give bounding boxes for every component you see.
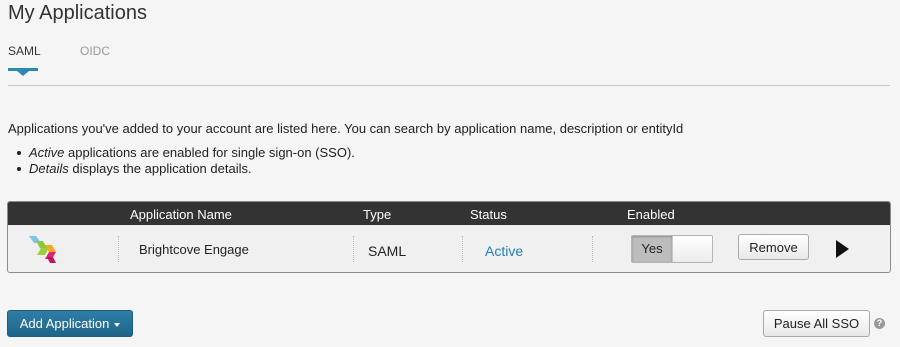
intro-text: Applications you've added to your accoun… bbox=[8, 121, 684, 136]
bullet-active-text: applications are enabled for single sign… bbox=[64, 145, 355, 160]
bullet-details: Details displays the application details… bbox=[8, 161, 355, 177]
brightcove-logo-icon bbox=[29, 236, 56, 263]
table-header: Application Name Type Status Enabled bbox=[8, 202, 890, 225]
column-header-application-name: Application Name bbox=[130, 207, 232, 222]
page-title: My Applications bbox=[8, 2, 147, 24]
play-arrow-icon[interactable] bbox=[836, 240, 849, 258]
caret-down-icon bbox=[114, 322, 121, 327]
applications-table: Application Name Type Status Enabled Bri… bbox=[7, 201, 891, 273]
tab-oidc[interactable]: OIDC bbox=[80, 44, 110, 58]
column-header-type: Type bbox=[363, 207, 392, 222]
bullet-details-em: Details bbox=[29, 161, 69, 176]
table-row: Brightcove Engage SAML Active Yes Remove bbox=[8, 225, 890, 272]
column-header-enabled: Enabled bbox=[627, 207, 675, 222]
enabled-toggle-knob bbox=[672, 236, 712, 262]
pause-all-sso-button[interactable]: Pause All SSO bbox=[763, 310, 870, 337]
application-type: SAML bbox=[368, 243, 407, 259]
intro-bullets: Active applications are enabled for sing… bbox=[8, 145, 355, 177]
tab-saml[interactable]: SAML bbox=[8, 44, 41, 58]
bullet-details-text: displays the application details. bbox=[68, 161, 252, 176]
tab-divider bbox=[8, 85, 890, 86]
cell-divider bbox=[592, 236, 593, 262]
bullet-active-em: Active bbox=[29, 145, 65, 160]
bullet-active: Active applications are enabled for sing… bbox=[8, 145, 355, 161]
application-name: Brightcove Engage bbox=[139, 242, 249, 257]
add-application-label: Add Application bbox=[19, 316, 110, 331]
remove-button[interactable]: Remove bbox=[738, 234, 809, 260]
enabled-toggle-label: Yes bbox=[632, 236, 672, 262]
add-application-button[interactable]: Add Application bbox=[7, 310, 133, 337]
enabled-toggle[interactable]: Yes bbox=[631, 235, 713, 263]
status-link[interactable]: Active bbox=[485, 243, 523, 259]
column-header-status: Status bbox=[470, 207, 507, 222]
cell-divider bbox=[462, 236, 463, 262]
help-icon[interactable]: ? bbox=[874, 318, 885, 329]
cell-divider bbox=[353, 236, 354, 262]
cell-divider bbox=[118, 236, 119, 262]
active-tab-caret-icon bbox=[17, 71, 29, 76]
